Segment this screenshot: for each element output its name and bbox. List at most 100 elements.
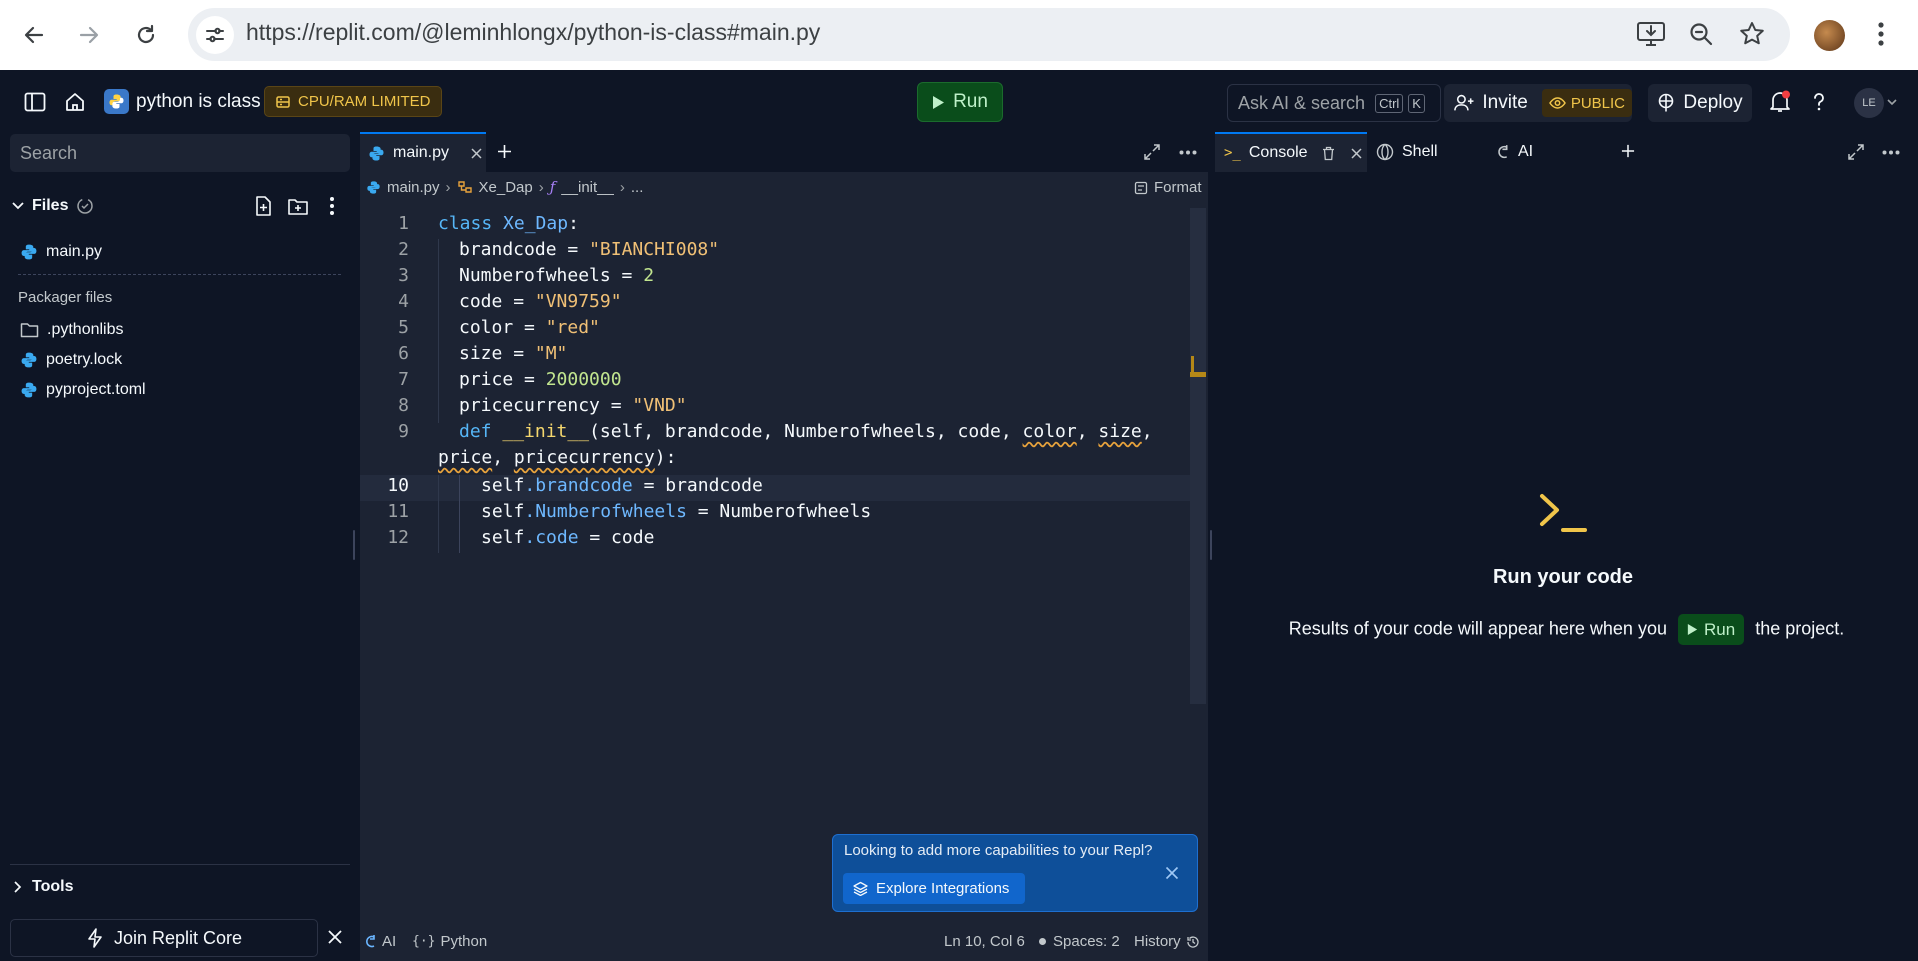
visibility-badge[interactable]: PUBLIC (1541, 89, 1632, 117)
status-history[interactable]: History (1134, 933, 1200, 950)
class-icon (457, 181, 472, 193)
tab-ai[interactable]: AI (1497, 132, 1607, 172)
sidebar-toggle-icon[interactable] (24, 92, 46, 112)
new-file-icon[interactable] (253, 195, 273, 217)
console-empty-message: Results of your code will appear here wh… (1215, 614, 1918, 645)
bookmark-star-icon[interactable] (1738, 20, 1766, 48)
line-number: 11 (387, 501, 409, 522)
site-info-icon[interactable] (196, 16, 234, 54)
inline-run-button[interactable]: Run (1677, 614, 1745, 645)
code-line-10[interactable]: self.brandcode = brandcode (481, 475, 763, 496)
deploy-button[interactable]: Deploy (1648, 84, 1752, 122)
tab-main-py[interactable]: main.py (360, 132, 486, 172)
status-cursor-position[interactable]: Ln 10, Col 6 (944, 933, 1025, 950)
install-app-icon[interactable] (1636, 20, 1666, 48)
reload-icon[interactable] (126, 15, 166, 55)
code-line-12[interactable]: self.code = code (481, 527, 654, 548)
chevron-down-icon[interactable] (1887, 99, 1897, 106)
tools-section-header[interactable]: Tools (14, 878, 73, 896)
file-name: .pythonlibs (47, 321, 124, 338)
code-line-5[interactable]: color = "red" (459, 317, 600, 338)
explore-integrations-button[interactable]: Explore Integrations (843, 873, 1025, 904)
tab-console-label: Console (1248, 144, 1308, 161)
code-line-8[interactable]: pricecurrency = "VND" (459, 395, 687, 416)
code-line-4[interactable]: code = "VN9759" (459, 291, 622, 312)
editor-scrollbar[interactable] (1190, 208, 1206, 704)
layers-icon (853, 881, 868, 896)
breadcrumb: main.py › Xe_Dap › ƒ __init__ › ... (366, 178, 643, 196)
breadcrumb-separator: › (619, 178, 625, 196)
chevron-right-icon (14, 881, 22, 893)
code-line-3[interactable]: Numberofwheels = 2 (459, 265, 654, 286)
breadcrumb-file[interactable]: main.py (387, 179, 440, 196)
status-indentation[interactable]: Spaces: 2 (1039, 933, 1120, 950)
format-button[interactable]: Format (1134, 179, 1202, 196)
user-avatar[interactable]: LE (1854, 88, 1884, 118)
close-tab-icon[interactable] (471, 147, 482, 159)
editor-more-icon[interactable] (1179, 150, 1197, 155)
repl-name[interactable]: python is class (136, 91, 261, 113)
zoom-icon[interactable] (1688, 21, 1714, 47)
resource-limit-badge[interactable]: CPU/RAM LIMITED (264, 86, 442, 117)
status-language[interactable]: {·} Python (412, 933, 487, 950)
close-tab-icon[interactable] (1351, 147, 1362, 159)
breadcrumb-function[interactable]: __init__ (561, 179, 614, 196)
forward-icon[interactable] (69, 15, 109, 55)
file-item-pythonlibs[interactable]: .pythonlibs (20, 321, 124, 339)
code-line-11[interactable]: self.Numberofwheels = Numberofwheels (481, 501, 871, 522)
ask-ai-search[interactable]: Ask AI & search Ctrl K (1227, 84, 1441, 122)
add-console-tab-icon[interactable] (1621, 144, 1635, 158)
code-line-9-wrap[interactable]: price, pricecurrency): (438, 447, 676, 468)
sync-check-icon (77, 198, 94, 214)
join-replit-core-button[interactable]: Join Replit Core (10, 919, 318, 957)
console-more-icon[interactable] (1882, 150, 1900, 155)
shortcut-ctrl-key: Ctrl (1375, 93, 1404, 113)
code-line-7[interactable]: price = 2000000 (459, 369, 622, 390)
profile-avatar[interactable] (1814, 20, 1845, 51)
tools-label: Tools (32, 878, 74, 895)
code-line-2[interactable]: brandcode = "BIANCHI008" (459, 239, 719, 260)
line-number: 12 (387, 527, 409, 548)
tab-console[interactable]: >_ Console (1215, 132, 1367, 172)
inline-run-label: Run (1703, 619, 1736, 639)
sidebar-resize-handle[interactable] (353, 530, 355, 560)
new-folder-icon[interactable] (287, 196, 309, 216)
url-text[interactable]: https://replit.com/@leminhlongx/python-i… (246, 19, 820, 46)
tab-shell[interactable]: Shell (1376, 132, 1486, 172)
line-number: 3 (398, 265, 409, 286)
editor-tab-bar (360, 132, 1208, 172)
run-button[interactable]: Run (917, 82, 1003, 122)
close-icon[interactable] (327, 929, 343, 945)
files-section-header[interactable]: Files (12, 197, 94, 215)
code-line-9[interactable]: def __init__(self, brandcode, Numberofwh… (459, 421, 1153, 442)
panel-resize-handle[interactable] (1210, 530, 1212, 560)
browser-menu-icon[interactable] (1876, 20, 1886, 48)
trash-icon[interactable] (1322, 146, 1335, 161)
back-icon[interactable] (14, 15, 54, 55)
file-name: poetry.lock (46, 351, 123, 368)
maximize-icon[interactable] (1847, 143, 1865, 161)
file-item-poetry-lock[interactable]: poetry.lock (20, 351, 122, 369)
indent-guide (459, 475, 460, 553)
play-icon (1687, 624, 1698, 635)
add-tab-icon[interactable] (497, 144, 512, 159)
format-icon (1134, 181, 1148, 194)
file-name: main.py (46, 243, 103, 260)
home-icon[interactable] (64, 91, 86, 113)
ai-icon (1498, 145, 1508, 159)
shell-icon (1376, 143, 1394, 161)
breadcrumb-ellipsis[interactable]: ... (631, 179, 644, 196)
file-item-pyproject-toml[interactable]: pyproject.toml (20, 381, 146, 399)
code-line-6[interactable]: size = "M" (459, 343, 567, 364)
breadcrumb-class[interactable]: Xe_Dap (479, 179, 533, 196)
file-search-input[interactable]: Search (10, 134, 350, 172)
status-ai[interactable]: AI (365, 933, 396, 950)
notifications-bell-icon[interactable] (1769, 90, 1791, 114)
files-more-icon[interactable] (329, 196, 335, 216)
close-popup-icon[interactable] (1165, 866, 1179, 880)
invite-button[interactable]: Invite PUBLIC (1444, 84, 1632, 122)
file-item-main-py[interactable]: main.py (20, 243, 102, 261)
code-line-1[interactable]: class Xe_Dap: (438, 213, 579, 234)
maximize-icon[interactable] (1143, 143, 1161, 161)
help-icon[interactable] (1809, 91, 1829, 113)
